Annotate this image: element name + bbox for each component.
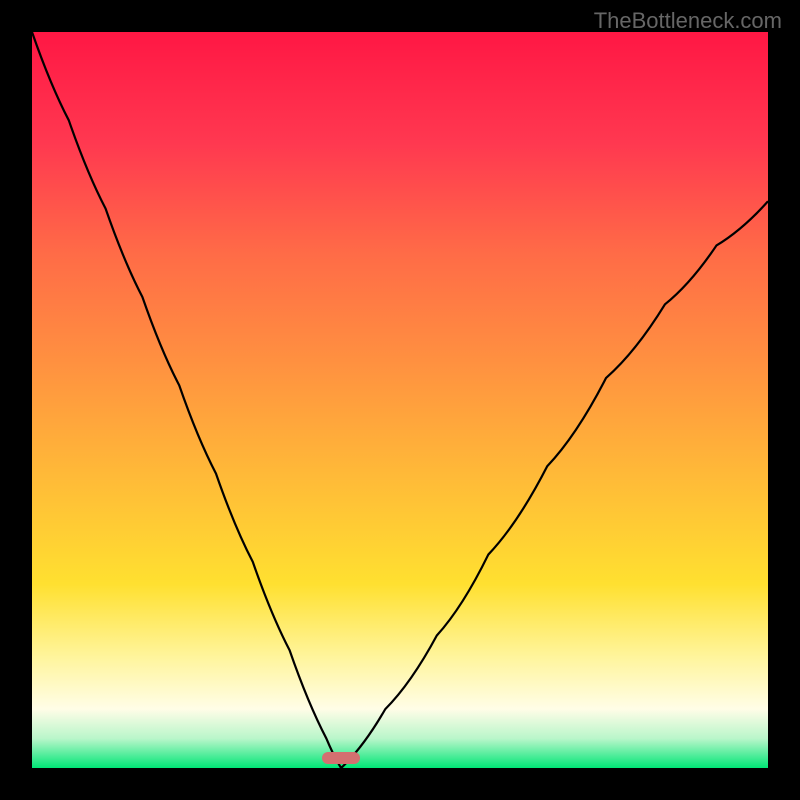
watermark-text: TheBottleneck.com xyxy=(594,8,782,34)
chart-container xyxy=(32,32,768,768)
bottleneck-curve xyxy=(32,32,768,768)
optimal-marker xyxy=(322,752,360,764)
